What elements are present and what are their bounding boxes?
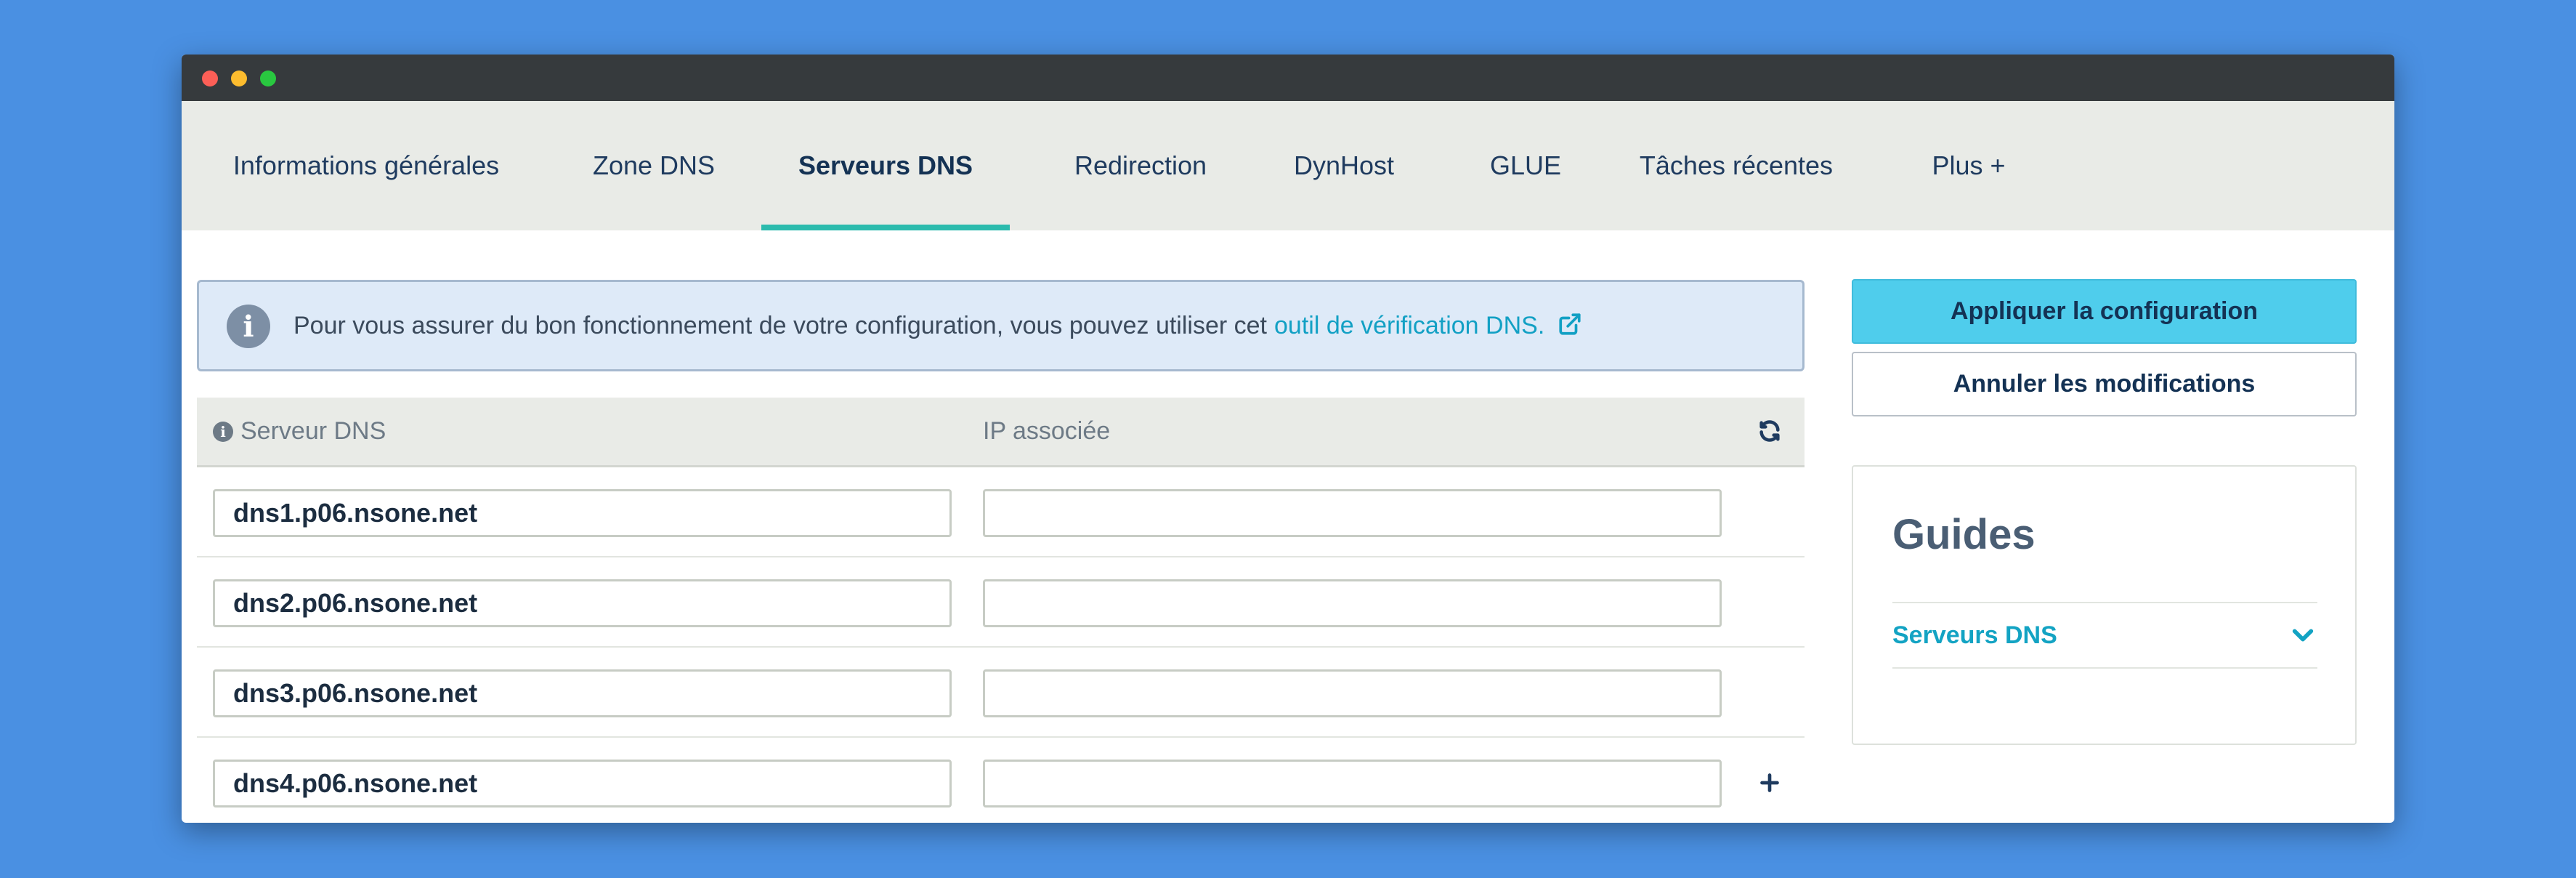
divider xyxy=(1892,667,2317,669)
column-header-dns-server: i Serveur DNS xyxy=(213,398,386,465)
tab-zone-dns[interactable]: Zone DNS xyxy=(574,101,734,230)
tab-bar: Informations générales Zone DNS Serveurs… xyxy=(182,101,2394,230)
apply-configuration-button[interactable]: Appliquer la configuration xyxy=(1852,279,2357,344)
tab-taches-recentes[interactable]: Tâches récentes xyxy=(1627,101,1845,230)
table-header: i Serveur DNS IP associée xyxy=(197,398,1805,467)
info-icon: i xyxy=(227,305,270,348)
alert-text: Pour vous assurer du bon fonctionnement … xyxy=(293,311,1267,339)
table-row xyxy=(197,738,1805,823)
column-header-ip: IP associée xyxy=(983,417,1111,445)
dns-check-tool-link[interactable]: outil de vérification DNS. xyxy=(1274,312,1582,340)
tab-glue[interactable]: GLUE xyxy=(1475,101,1576,230)
window-titlebar xyxy=(182,55,2394,101)
tab-plus[interactable]: Plus + xyxy=(1918,101,2020,230)
info-alert: i Pour vous assurer du bon fonctionnemen… xyxy=(197,280,1805,371)
add-dns-server-button[interactable] xyxy=(1755,768,1784,797)
ip-input[interactable] xyxy=(983,669,1722,717)
guides-item-serveurs-dns[interactable]: Serveurs DNS xyxy=(1892,603,2317,667)
maximize-window-button[interactable] xyxy=(260,71,276,86)
cancel-changes-button[interactable]: Annuler les modifications xyxy=(1852,352,2357,416)
tab-redirection[interactable]: Redirection xyxy=(1046,101,1235,230)
ip-input[interactable] xyxy=(983,489,1722,537)
alert-message: Pour vous assurer du bon fonctionnement … xyxy=(293,282,1582,369)
tab-serveurs-dns[interactable]: Serveurs DNS xyxy=(761,101,1010,230)
dns-check-tool-link-label: outil de vérification DNS. xyxy=(1274,311,1545,339)
guides-item-label: Serveurs DNS xyxy=(1892,621,2057,649)
dns-server-input[interactable] xyxy=(213,579,952,627)
main-content: i Pour vous assurer du bon fonctionnemen… xyxy=(182,230,2394,823)
guides-panel: Guides Serveurs DNS xyxy=(1852,465,2357,745)
plus-icon xyxy=(1760,773,1779,792)
guides-title: Guides xyxy=(1892,511,2036,558)
external-link-icon xyxy=(1559,313,1581,335)
refresh-button[interactable] xyxy=(1755,416,1784,446)
dns-server-input[interactable] xyxy=(213,760,952,807)
chevron-down-icon xyxy=(2288,621,2317,650)
dns-servers-table: i Serveur DNS IP associée xyxy=(197,398,1805,823)
table-row xyxy=(197,467,1805,557)
dns-server-input[interactable] xyxy=(213,489,952,537)
column-header-dns-server-label: Serveur DNS xyxy=(240,417,386,445)
info-icon[interactable]: i xyxy=(213,421,233,442)
ip-input[interactable] xyxy=(983,579,1722,627)
ip-input[interactable] xyxy=(983,760,1722,807)
minimize-window-button[interactable] xyxy=(231,71,247,86)
close-window-button[interactable] xyxy=(202,71,218,86)
table-row xyxy=(197,648,1805,738)
browser-window: Informations générales Zone DNS Serveurs… xyxy=(182,55,2394,823)
tab-dynhost[interactable]: DynHost xyxy=(1271,101,1417,230)
dns-server-input[interactable] xyxy=(213,669,952,717)
tab-informations-generales[interactable]: Informations générales xyxy=(228,101,504,230)
table-row xyxy=(197,557,1805,648)
refresh-icon xyxy=(1759,420,1780,442)
